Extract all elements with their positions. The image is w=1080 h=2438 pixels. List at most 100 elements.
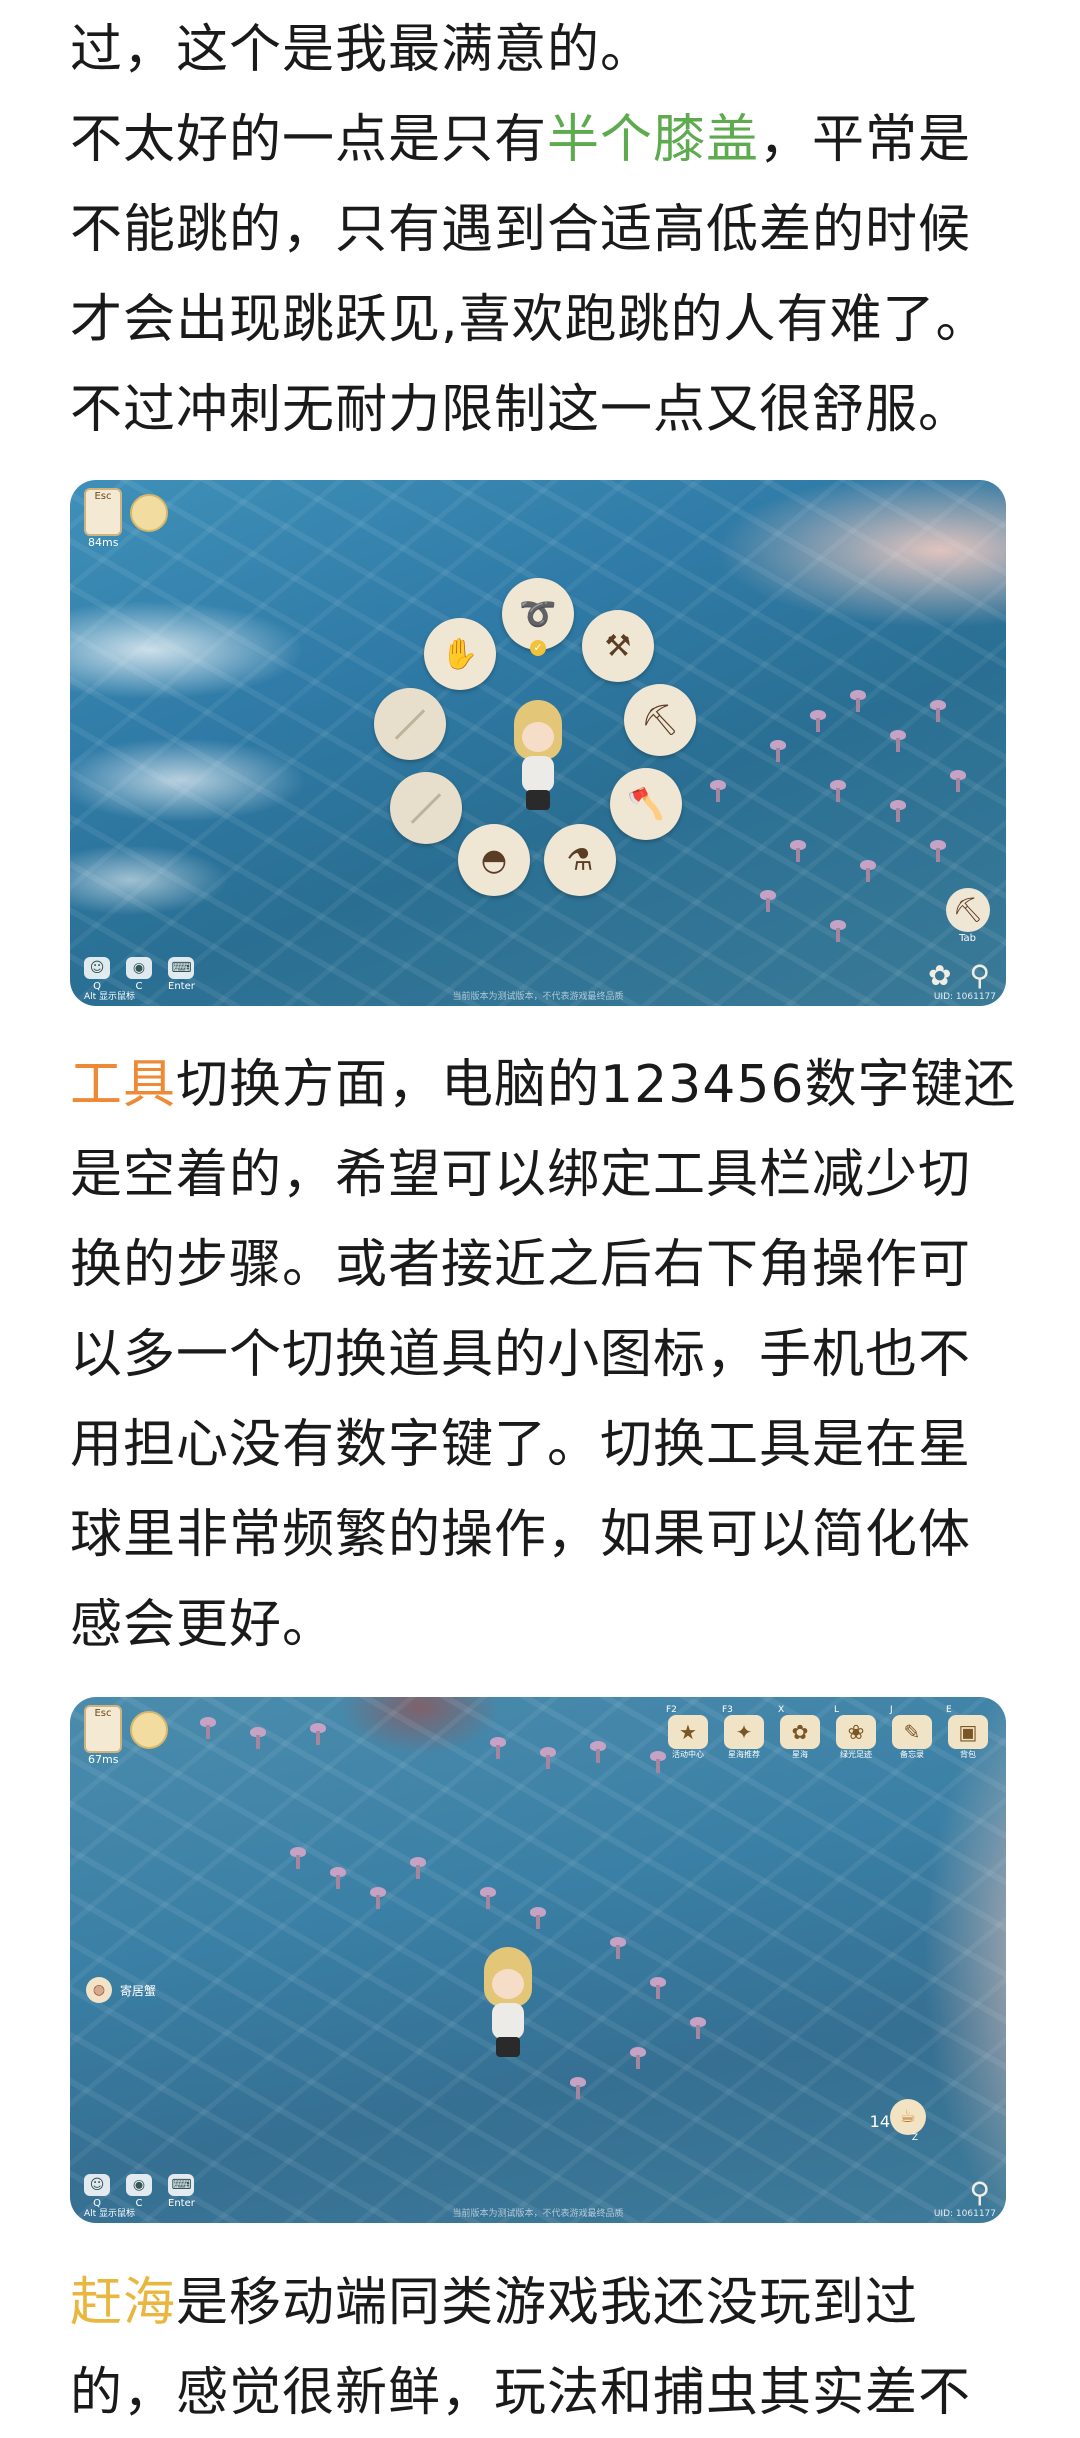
paragraph-4-text: 是移动端同类游戏我还没玩到过的，感觉很新鲜，玩法和捕虫其实差不 [70,2273,972,2423]
memo-icon: ✎ [892,1715,932,1749]
paragraph-4: 赶海是移动端同类游戏我还没玩到过的，感觉很新鲜，玩法和捕虫其实差不 [70,2258,1020,2438]
item-count: 14 [869,2112,890,2131]
mushroom [930,700,946,722]
tool-pan-icon[interactable]: ◓ [458,824,530,896]
weather-sun-icon [130,494,168,532]
hud-top-left: Esc 84ms [84,488,122,549]
game-screenshot-tide-gathering[interactable]: Esc 67ms F2 ★ 活动中心 F3 ✦ 星海推荐 X ✿ 星海 L ❀ 绿光足迹 J ✎ 备… [70,1697,1006,2223]
z-key-label: Z [911,2133,918,2143]
npc-hermit-crab-tag[interactable]: ◍ 寄居蟹 [86,1977,156,2003]
current-tool-button[interactable]: ⛏ [946,888,990,932]
menu-green-footprints[interactable]: L ❀ 绿光足迹 [834,1705,878,1760]
mushroom [590,1741,606,1763]
weather-sun-icon [130,1711,168,1749]
mushroom [830,920,846,942]
keyboard-icon: ⌨ [168,957,195,979]
flower-icon[interactable]: ✿ [928,959,951,992]
camera-key-chip[interactable]: ◉ C [126,957,152,992]
mushroom [250,1727,266,1749]
npc-label: 寄居蟹 [120,1983,157,1998]
menu-backpack[interactable]: E ▣ 背包 [946,1705,990,1760]
action-tool-icon[interactable]: ⚲ [969,959,990,992]
mushroom [200,1717,216,1739]
activity-icon: ★ [668,1715,708,1749]
camera-icon: ◉ [126,2174,152,2196]
ping-readout: 67ms [88,1753,119,1766]
paragraph-2: 不太好的一点是只有半个膝盖，平常是不能跳的，只有遇到合适高低差的时候才会出现跳跃… [70,95,1020,455]
tool-pot-icon[interactable]: ⚗ [544,824,616,896]
bottom-left-keys: ☺ Q ◉ C ⌨ Enter [84,2174,195,2209]
keyboard-icon: ⌨ [168,2174,195,2196]
paragraph-3-text: 切换方面，电脑的123456数字键还是空着的，希望可以绑定工具栏减少切换的步骤。… [70,1055,1017,1655]
action-tool-icon[interactable]: ⚲ [969,2176,990,2209]
tool-axe-icon[interactable]: 🪓 [610,768,682,840]
mushroom [710,780,726,802]
mushroom [810,710,826,732]
mushroom [530,1907,546,1929]
mushroom [570,2077,586,2099]
tool-slot-empty[interactable] [374,688,446,760]
emote-icon: ☺ [84,2174,110,2196]
tool-slot-empty[interactable] [390,772,462,844]
menu-activity-center[interactable]: F2 ★ 活动中心 [666,1705,710,1760]
food-bowl-icon[interactable]: ☕ [890,2099,926,2135]
water-texture [70,1697,1006,2223]
hud-top-left: Esc 67ms [84,1705,122,1766]
mushroom [830,780,846,802]
star-sea-icon: ✿ [780,1715,820,1749]
emote-key-chip[interactable]: ☺ Q [84,2174,110,2209]
esc-menu-badge[interactable]: Esc [84,1705,122,1753]
mushroom [950,770,966,792]
mushroom [890,730,906,752]
backpack-icon: ▣ [948,1715,988,1749]
tool-net-icon[interactable]: ⚒ [582,610,654,682]
ping-readout: 84ms [88,536,119,549]
paragraph-1-text: 过，这个是我最满意的。 [70,20,654,80]
player-character [480,1947,536,2057]
tab-key-label: Tab [959,933,976,944]
top-right-menu: F2 ★ 活动中心 F3 ✦ 星海推荐 X ✿ 星海 L ❀ 绿光足迹 J ✎ 备忘录 E ▣ 背包 [666,1705,990,1760]
emote-icon: ☺ [84,957,110,979]
chat-key-chip[interactable]: ⌨ Enter [168,2174,195,2209]
mushroom [410,1857,426,1879]
chat-key-chip[interactable]: ⌨ Enter [168,957,195,992]
mushroom [650,1751,666,1773]
mushroom [690,2017,706,2039]
mushroom [290,1847,306,1869]
paragraph-2-text-before: 不太好的一点是只有 [70,110,548,170]
star-recommend-icon: ✦ [724,1715,764,1749]
test-version-notice: 当前版本为测试版本，不代表游戏最终品质 [452,2209,624,2219]
player-character [510,700,566,810]
game-screenshot-tool-wheel[interactable]: Esc 84ms ✋ ➰ ✓ ⚒ ⛏ 🪓 ⚗ ◓ ☺ Q ◉ C ⌨ Enter Al… [70,480,1006,1006]
mushroom [890,800,906,822]
bottom-left-keys: ☺ Q ◉ C ⌨ Enter [84,957,195,992]
tool-hand-icon[interactable]: ✋ [424,618,496,690]
tool-shovel-icon[interactable]: ⛏ [624,684,696,756]
mushroom [770,740,786,762]
menu-star-sea[interactable]: X ✿ 星海 [778,1705,822,1760]
camera-key-chip[interactable]: ◉ C [126,2174,152,2209]
mushroom [760,890,776,912]
highlight-half-knee: 半个膝盖 [547,110,760,170]
mushroom [330,1867,346,1889]
mushroom [650,1977,666,1999]
camera-icon: ◉ [126,957,152,979]
mushroom [790,840,806,862]
paragraph-3: 工具切换方面，电脑的123456数字键还是空着的，希望可以绑定工具栏减少切换的步… [70,1040,1020,1670]
mushroom [610,1937,626,1959]
mushroom [540,1747,556,1769]
highlight-tools: 工具 [70,1055,177,1115]
bottom-right-actions: ✿ ⚲ [928,959,990,992]
mushroom [630,2047,646,2069]
menu-star-recommend[interactable]: F3 ✦ 星海推荐 [722,1705,766,1760]
uid-label: UID: 1061177 [933,992,996,1002]
menu-memo[interactable]: J ✎ 备忘录 [890,1705,934,1760]
mushroom [480,1887,496,1909]
mushroom [850,690,866,712]
esc-menu-badge[interactable]: Esc [84,488,122,536]
highlight-tide-gathering: 赶海 [70,2273,177,2333]
mushroom [860,860,876,882]
mushroom [310,1723,326,1745]
emote-key-chip[interactable]: ☺ Q [84,957,110,992]
mushroom [490,1737,506,1759]
